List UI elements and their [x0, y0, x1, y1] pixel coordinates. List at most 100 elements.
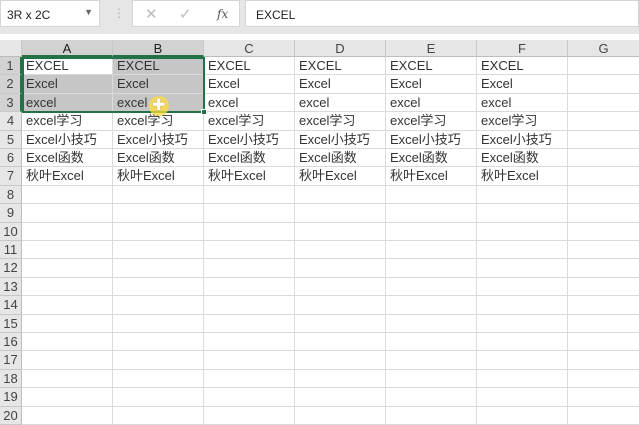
cell-F19[interactable]	[477, 388, 568, 407]
cell-F13[interactable]	[477, 277, 568, 297]
cell-F6[interactable]: Excel函数	[477, 149, 568, 168]
drag-handle-icon[interactable]: ⋮	[113, 6, 125, 20]
cell-A7[interactable]: 秋叶Excel	[22, 167, 113, 186]
fill-handle[interactable]	[201, 109, 207, 115]
cell-C10[interactable]	[204, 222, 295, 241]
cell-E15[interactable]	[386, 314, 477, 333]
cell-F15[interactable]	[477, 314, 568, 333]
cell-F4[interactable]: excel学习	[477, 112, 568, 131]
column-header-C[interactable]: C	[204, 40, 295, 57]
cell-E3[interactable]: excel	[386, 93, 477, 113]
cell-C18[interactable]	[204, 369, 295, 389]
row-header-13[interactable]: 13	[0, 277, 22, 297]
row-header-8[interactable]: 8	[0, 185, 22, 205]
cell-G12[interactable]	[568, 259, 639, 278]
row-header-10[interactable]: 10	[0, 222, 22, 241]
cell-D15[interactable]	[295, 314, 386, 333]
column-header-D[interactable]: D	[295, 40, 386, 57]
cell-F3[interactable]: excel	[477, 93, 568, 113]
cell-E12[interactable]	[386, 259, 477, 278]
cell-G14[interactable]	[568, 296, 639, 315]
cell-B15[interactable]	[113, 314, 204, 333]
cell-E5[interactable]: Excel小技巧	[386, 130, 477, 149]
cell-F12[interactable]	[477, 259, 568, 278]
cell-B8[interactable]	[113, 185, 204, 205]
row-header-14[interactable]: 14	[0, 296, 22, 315]
cell-B19[interactable]	[113, 388, 204, 407]
cell-A11[interactable]	[22, 241, 113, 260]
cell-D3[interactable]: excel	[295, 93, 386, 113]
cell-E4[interactable]: excel学习	[386, 112, 477, 131]
cell-A20[interactable]	[22, 406, 113, 425]
column-header-E[interactable]: E	[386, 40, 477, 57]
cell-D17[interactable]	[295, 351, 386, 370]
cell-F16[interactable]	[477, 333, 568, 352]
cell-D13[interactable]	[295, 277, 386, 297]
cell-F17[interactable]	[477, 351, 568, 370]
insert-function-icon[interactable]: fx	[217, 7, 228, 21]
cell-D12[interactable]	[295, 259, 386, 278]
cell-F20[interactable]	[477, 406, 568, 425]
cell-F7[interactable]: 秋叶Excel	[477, 167, 568, 186]
cell-A10[interactable]	[22, 222, 113, 241]
cell-C4[interactable]: excel学习	[204, 112, 295, 131]
row-header-11[interactable]: 11	[0, 241, 22, 260]
row-header-15[interactable]: 15	[0, 314, 22, 333]
cell-C20[interactable]	[204, 406, 295, 425]
cell-C5[interactable]: Excel小技巧	[204, 130, 295, 149]
row-header-20[interactable]: 20	[0, 406, 22, 425]
row-header-5[interactable]: 5	[0, 130, 22, 149]
cell-D5[interactable]: Excel小技巧	[295, 130, 386, 149]
cell-D19[interactable]	[295, 388, 386, 407]
cell-G19[interactable]	[568, 388, 639, 407]
cell-D6[interactable]: Excel函数	[295, 149, 386, 168]
formula-input[interactable]: EXCEL	[245, 0, 639, 27]
cell-C15[interactable]	[204, 314, 295, 333]
cell-G16[interactable]	[568, 333, 639, 352]
cell-D7[interactable]: 秋叶Excel	[295, 167, 386, 186]
row-header-4[interactable]: 4	[0, 112, 22, 131]
select-all-corner[interactable]	[0, 40, 22, 57]
row-header-17[interactable]: 17	[0, 351, 22, 370]
cell-C7[interactable]: 秋叶Excel	[204, 167, 295, 186]
cell-G18[interactable]	[568, 370, 639, 389]
cell-D18[interactable]	[295, 369, 386, 389]
cell-B10[interactable]	[113, 222, 204, 241]
cell-C11[interactable]	[204, 241, 295, 260]
enter-icon[interactable]: ✓	[179, 5, 192, 23]
cell-A2[interactable]: Excel	[22, 75, 113, 94]
cancel-icon[interactable]: ✕	[145, 5, 158, 23]
cell-E19[interactable]	[386, 388, 477, 407]
cell-A5[interactable]: Excel小技巧	[22, 130, 113, 149]
cell-F1[interactable]: EXCEL	[477, 57, 568, 76]
cell-C19[interactable]	[204, 388, 295, 407]
cell-C2[interactable]: Excel	[204, 75, 295, 94]
cell-A16[interactable]	[22, 333, 113, 352]
cell-A14[interactable]	[22, 296, 113, 315]
cell-G8[interactable]	[568, 186, 639, 205]
cell-B6[interactable]: Excel函数	[113, 149, 204, 168]
cell-D14[interactable]	[295, 296, 386, 315]
cell-G9[interactable]	[568, 204, 639, 223]
cell-D11[interactable]	[295, 241, 386, 260]
row-header-18[interactable]: 18	[0, 369, 22, 389]
column-header-F[interactable]: F	[477, 40, 568, 57]
cell-E18[interactable]	[386, 369, 477, 389]
cell-D16[interactable]	[295, 333, 386, 352]
cell-E6[interactable]: Excel函数	[386, 149, 477, 168]
row-header-7[interactable]: 7	[0, 167, 22, 186]
cell-B17[interactable]	[113, 351, 204, 370]
cell-G7[interactable]	[568, 167, 639, 186]
cell-G1[interactable]	[568, 57, 639, 76]
cell-B13[interactable]	[113, 277, 204, 297]
cell-B18[interactable]	[113, 369, 204, 389]
cell-E1[interactable]: EXCEL	[386, 57, 477, 76]
cell-A9[interactable]	[22, 204, 113, 223]
cell-D8[interactable]	[295, 185, 386, 205]
cell-G20[interactable]	[568, 407, 639, 425]
cell-G13[interactable]	[568, 278, 639, 297]
cell-B16[interactable]	[113, 333, 204, 352]
cell-G15[interactable]	[568, 315, 639, 333]
cell-E20[interactable]	[386, 406, 477, 425]
cell-D1[interactable]: EXCEL	[295, 57, 386, 76]
